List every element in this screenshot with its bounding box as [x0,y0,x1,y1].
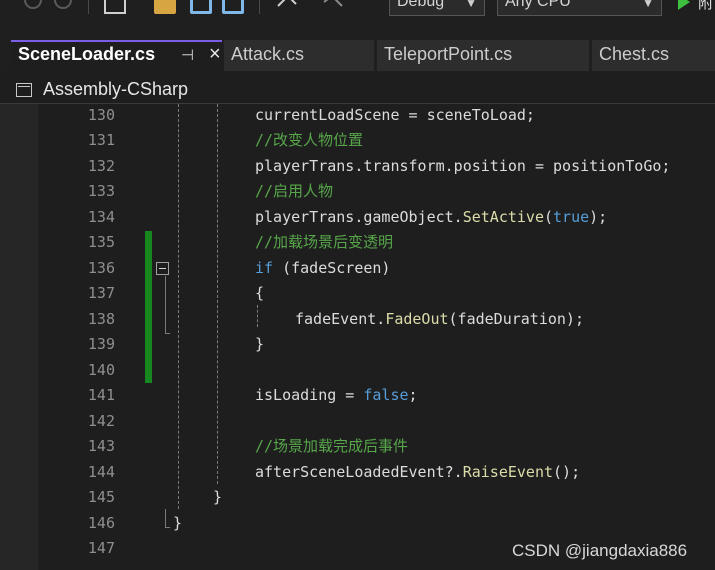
play-icon [678,0,690,10]
code-line[interactable]: } [213,488,222,506]
toolbar-separator [88,0,89,14]
project-dropdown[interactable]: Assembly-CSharp [43,79,188,100]
code-comment[interactable]: //改变人物位置 [255,131,363,149]
forward-icon[interactable] [54,0,72,9]
indent-guide [217,104,218,484]
line-number: 137 [87,284,115,302]
line-number: 133 [87,182,115,200]
tab-teleportpoint[interactable]: TeleportPoint.cs [377,40,589,71]
save-icon[interactable] [190,0,212,14]
document-tab-strip: SceneLoader.cs ⊣ × Attack.cs TeleportPoi… [0,38,715,73]
undo-icon[interactable] [276,0,298,14]
code-line[interactable]: playerTrans.gameObject.SetActive(true); [255,208,607,226]
chevron-down-icon: ▼ [465,0,477,10]
line-number: 140 [87,361,115,379]
code-line[interactable]: currentLoadScene = sceneToLoad; [255,106,535,124]
line-number: 138 [87,310,115,328]
outline-end-mark [165,333,170,334]
indent-guide [257,305,258,327]
navigation-bar: Assembly-CSharp [0,78,715,104]
code-line[interactable]: fadeEvent.FadeOut(fadeDuration); [295,310,584,328]
outline-guide [165,509,166,527]
tab-chest[interactable]: Chest.cs [592,40,715,71]
toolbar: Debug ▼ Any CPU ▼ 附 [0,0,715,38]
line-number: 136 [87,259,115,277]
outline-end-mark [165,527,170,528]
line-number: 146 [87,514,115,532]
tab-label: Chest.cs [599,44,670,64]
line-number: 132 [87,157,115,175]
save-all-icon[interactable] [222,0,244,14]
line-number: 145 [87,488,115,506]
chevron-down-icon: ▼ [642,0,654,10]
line-number: 139 [87,335,115,353]
tab-label: TeleportPoint.cs [384,44,513,64]
platform-value: Any CPU [505,0,571,10]
line-number: 131 [87,131,115,149]
outline-guide [165,276,166,334]
line-number: 134 [87,208,115,226]
tab-label: Attack.cs [231,44,305,64]
line-number: 144 [87,463,115,481]
code-comment[interactable]: //加载场景后变透明 [255,233,393,251]
collapse-icon[interactable] [156,262,169,275]
tab-sceneloader[interactable]: SceneLoader.cs ⊣ × [11,40,222,71]
open-folder-icon[interactable] [154,0,176,14]
project-icon [16,83,32,97]
line-number: 142 [87,412,115,430]
toolbar-separator [259,0,260,14]
close-icon[interactable]: × [209,43,221,66]
code-line[interactable]: afterSceneLoadedEvent?.RaiseEvent(); [255,463,580,481]
code-line[interactable]: playerTrans.transform.position = positio… [255,157,670,175]
line-number: 130 [87,106,115,124]
watermark: CSDN @jiangdaxia886 [512,541,688,560]
code-line[interactable]: { [255,284,264,302]
multi-file-icon[interactable] [104,0,126,14]
code-line[interactable]: if (fadeScreen) [255,259,390,277]
code-line[interactable]: isLoading = false; [255,386,418,404]
change-tracking-bar [145,231,152,383]
indent-guide [178,104,179,509]
platform-dropdown[interactable]: Any CPU ▼ [497,0,662,16]
tab-label: SceneLoader.cs [18,44,156,64]
code-comment[interactable]: //启用人物 [255,182,333,200]
configuration-value: Debug [397,0,445,10]
line-number: 147 [87,539,115,557]
code-line[interactable]: } [173,514,182,532]
start-label: 附 [698,0,714,12]
tab-attack[interactable]: Attack.cs [224,40,374,71]
start-button[interactable]: 附 [676,0,715,14]
code-editor[interactable]: 130 131 132 133 134 135 136 137 138 139 … [0,104,715,570]
line-number: 141 [87,386,115,404]
line-number: 135 [87,233,115,251]
editor-margin [0,104,38,570]
line-number: 143 [87,437,115,455]
code-comment[interactable]: //场景加载完成后事件 [255,437,408,455]
redo-icon[interactable] [322,0,344,14]
code-line[interactable]: } [255,335,264,353]
pin-icon[interactable]: ⊣ [181,46,194,64]
back-icon[interactable] [24,0,42,9]
configuration-dropdown[interactable]: Debug ▼ [389,0,485,16]
